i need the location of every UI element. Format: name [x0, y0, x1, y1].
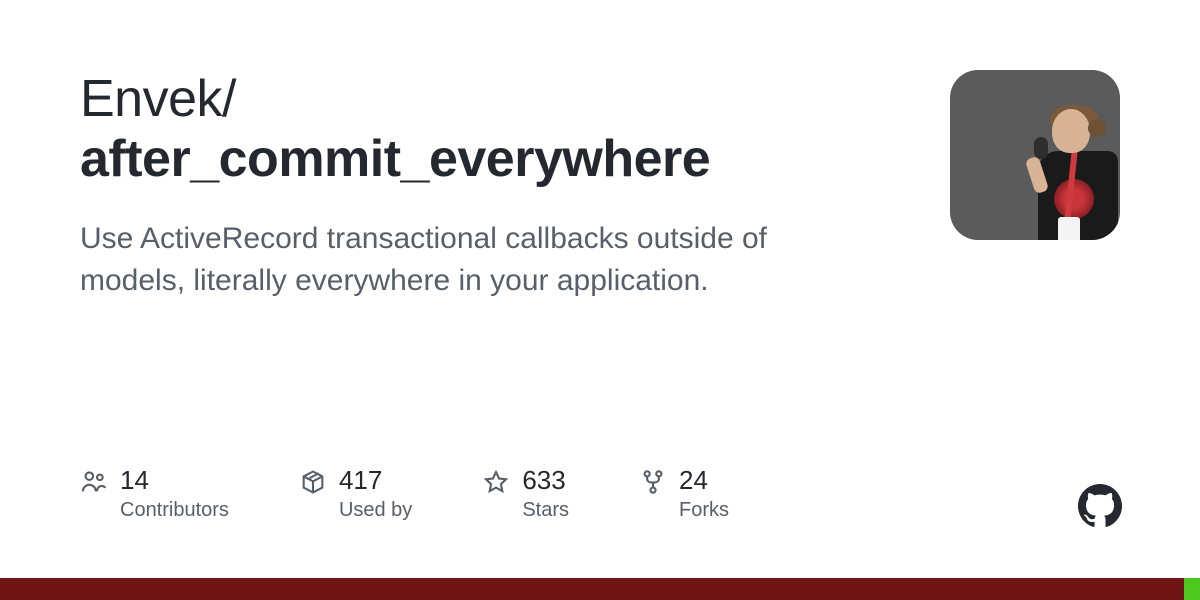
stats-row: 14 Contributors 417 Used by 633 Stars: [80, 466, 729, 522]
stat-forks[interactable]: 24 Forks: [639, 466, 729, 522]
stat-label: Contributors: [120, 499, 229, 522]
stat-label: Forks: [679, 499, 729, 522]
fork-icon: [639, 468, 667, 496]
stat-value: 417: [339, 466, 412, 495]
stat-value: 14: [120, 466, 229, 495]
stat-contributors[interactable]: 14 Contributors: [80, 466, 229, 522]
lang-segment-ruby: [0, 578, 1184, 600]
contributors-icon: [80, 468, 108, 496]
package-icon: [299, 468, 327, 496]
separator: /: [222, 70, 236, 128]
avatar[interactable]: [950, 70, 1120, 240]
star-icon: [482, 468, 510, 496]
stat-value: 24: [679, 466, 729, 495]
stat-stars[interactable]: 633 Stars: [482, 466, 569, 522]
stat-usedby[interactable]: 417 Used by: [299, 466, 412, 522]
repo-description: Use ActiveRecord transactional callbacks…: [80, 218, 840, 302]
github-logo-icon[interactable]: [1078, 484, 1122, 528]
stat-value: 633: [522, 466, 569, 495]
repo-title: Envek/ after_commit_everywhere: [80, 70, 910, 190]
language-bar: [0, 578, 1200, 600]
owner-name[interactable]: Envek: [80, 70, 222, 128]
lang-segment-other: [1184, 578, 1200, 600]
stat-label: Used by: [339, 499, 412, 522]
stat-label: Stars: [522, 499, 569, 522]
repo-name[interactable]: after_commit_everywhere: [80, 130, 710, 188]
